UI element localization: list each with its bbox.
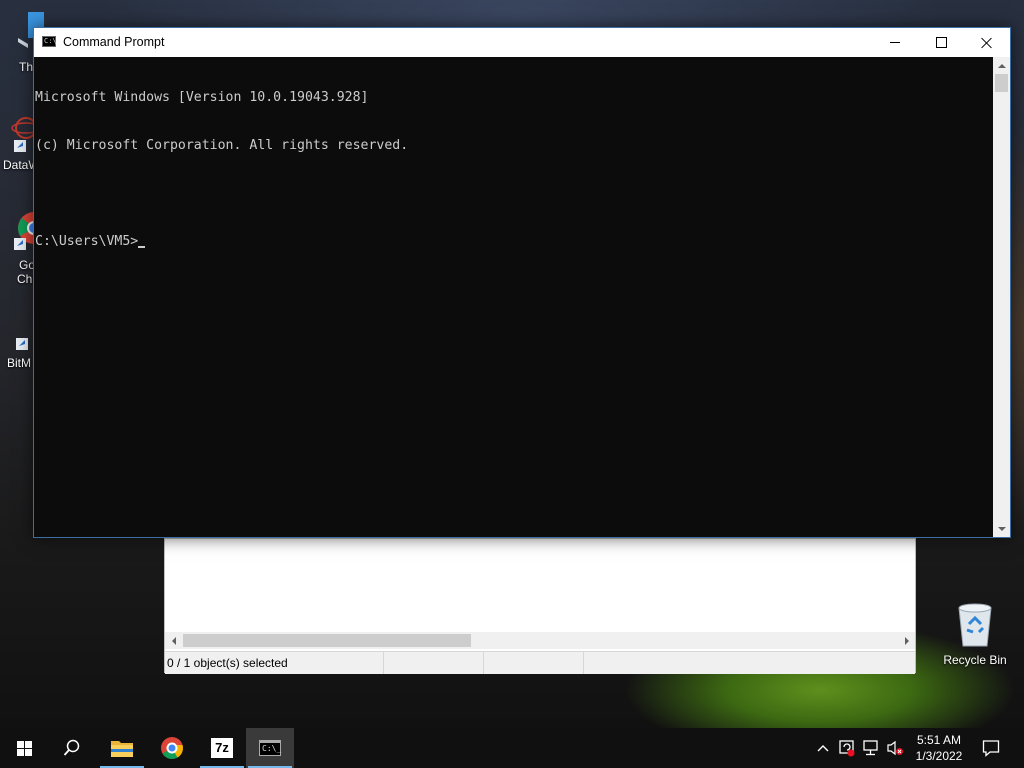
- network-tray-icon[interactable]: [860, 728, 882, 768]
- desktop-icon-label: Recycle Bin: [943, 653, 1007, 667]
- cmd-icon-text: C:\_: [262, 744, 282, 753]
- action-center-button[interactable]: [978, 728, 1004, 768]
- status-pane-selection: 0 / 1 object(s) selected: [165, 652, 384, 674]
- 7zip-icon: 7z: [211, 738, 233, 758]
- background-window[interactable]: 0 / 1 object(s) selected: [164, 538, 916, 674]
- command-prompt-window[interactable]: C:\ Command Prompt Microsoft Windows [Ve…: [33, 27, 1011, 538]
- taskbar-file-explorer[interactable]: [98, 728, 146, 768]
- maximize-icon: [935, 37, 947, 48]
- close-icon: [981, 37, 993, 49]
- vertical-scrollbar[interactable]: [993, 57, 1010, 537]
- desktop: Th DataW Go Chi BitM Recycle Bin 0 / 1 o…: [0, 0, 1024, 768]
- maximize-button[interactable]: [918, 28, 964, 57]
- scroll-up-button[interactable]: [993, 57, 1010, 74]
- status-pane: [584, 652, 915, 674]
- windows-logo-icon: [16, 740, 32, 756]
- search-icon: [63, 739, 80, 756]
- minimize-button[interactable]: [872, 28, 918, 57]
- prompt-text: C:\Users\VM5>: [35, 234, 139, 249]
- recycle-bin-icon: [958, 603, 992, 647]
- start-button[interactable]: [0, 728, 48, 768]
- volume-tray-icon[interactable]: [884, 728, 906, 768]
- search-button[interactable]: [48, 728, 96, 768]
- minimize-icon: [890, 42, 900, 43]
- 7zip-icon-text: 7z: [215, 740, 229, 755]
- desktop-icon-label: Th: [19, 60, 34, 74]
- taskbar-chrome[interactable]: [148, 728, 196, 768]
- taskbar: 7z C:\_ 5:51 AM 1/3/2022: [0, 728, 1024, 768]
- volume-muted-icon: [887, 740, 903, 756]
- status-pane: [384, 652, 484, 674]
- text-cursor: [138, 246, 146, 248]
- clock[interactable]: 5:51 AM 1/3/2022: [908, 728, 970, 768]
- chevron-left-icon: [171, 636, 176, 645]
- clock-date: 1/3/2022: [915, 749, 963, 763]
- prompt-line[interactable]: C:\Users\VM5>: [35, 234, 993, 250]
- scroll-thumb[interactable]: [995, 74, 1008, 92]
- shield-warning-icon: [839, 740, 855, 757]
- chevron-up-icon: [997, 63, 1006, 68]
- chevron-right-icon: [904, 636, 909, 645]
- cmd-icon: C:\_: [259, 740, 281, 756]
- console-output[interactable]: Microsoft Windows [Version 10.0.19043.92…: [34, 57, 993, 537]
- window-title: Command Prompt: [63, 35, 165, 49]
- desktop-icon-recycle-bin[interactable]: Recycle Bin: [940, 600, 1010, 667]
- taskbar-command-prompt[interactable]: C:\_: [246, 728, 294, 768]
- selection-status-text: 0 / 1 object(s) selected: [167, 656, 288, 670]
- horizontal-scrollbar[interactable]: [165, 632, 915, 649]
- title-bar[interactable]: C:\ Command Prompt: [34, 28, 1010, 57]
- network-icon: [863, 740, 878, 756]
- desktop-icon-label: BitM: [7, 356, 31, 370]
- folder-icon: [111, 741, 133, 757]
- chevron-down-icon: [997, 526, 1006, 531]
- show-hidden-icons-button[interactable]: [812, 728, 834, 768]
- scroll-right-button[interactable]: [898, 632, 915, 649]
- scroll-thumb[interactable]: [183, 634, 471, 647]
- close-button[interactable]: [964, 28, 1010, 57]
- scroll-left-button[interactable]: [165, 632, 182, 649]
- scroll-down-button[interactable]: [993, 520, 1010, 537]
- notification-icon: [982, 740, 1000, 757]
- security-tray-icon[interactable]: [836, 728, 858, 768]
- chevron-up-icon: [817, 745, 829, 752]
- status-bar: 0 / 1 object(s) selected: [165, 651, 915, 674]
- taskbar-7zip[interactable]: 7z: [198, 728, 246, 768]
- status-pane: [484, 652, 584, 674]
- console-line: Microsoft Windows [Version 10.0.19043.92…: [35, 90, 369, 105]
- cmd-app-icon[interactable]: C:\: [42, 36, 57, 47]
- clock-time: 5:51 AM: [916, 733, 962, 747]
- chrome-icon: [161, 737, 183, 759]
- console-line: (c) Microsoft Corporation. All rights re…: [35, 138, 409, 153]
